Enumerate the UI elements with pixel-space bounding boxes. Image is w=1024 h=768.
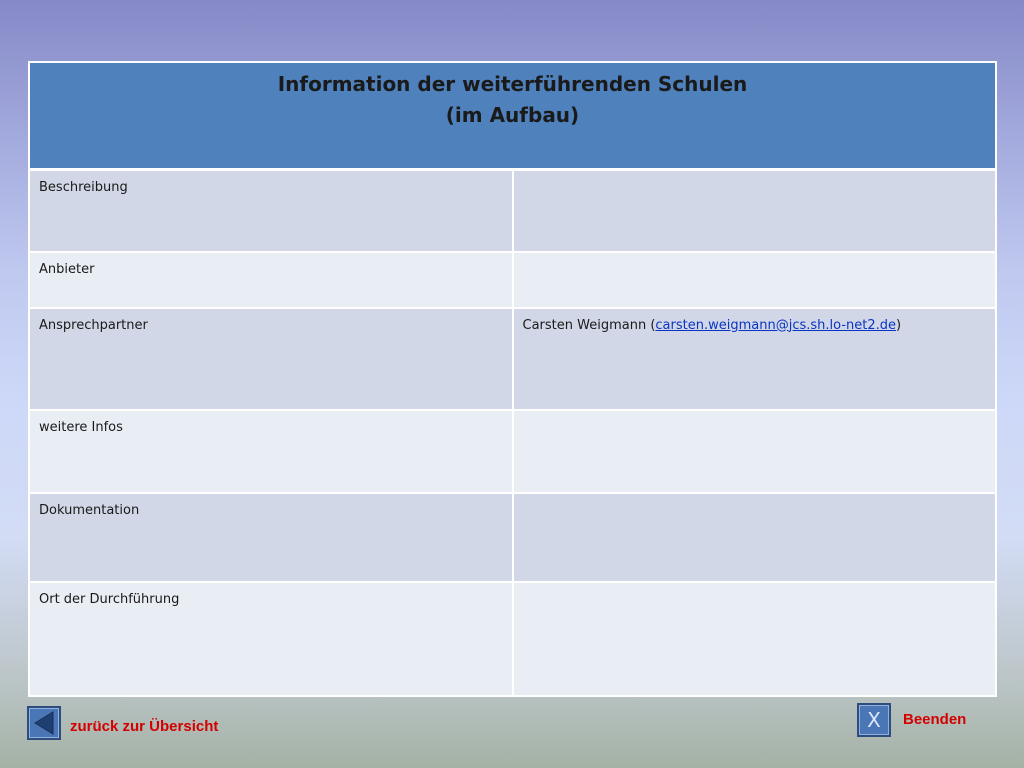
row-label-cell: Beschreibung bbox=[28, 168, 514, 253]
row-label-cell: Ort der Durchführung bbox=[28, 580, 514, 697]
row-label-dokumentation: Dokumentation bbox=[39, 502, 140, 518]
exit-nav[interactable]: X Beenden bbox=[857, 703, 966, 737]
row-value-cell: Carsten Weigmann (carsten.weigmann@jcs.s… bbox=[511, 306, 997, 411]
table-row: Ort der Durchführung bbox=[28, 580, 997, 697]
row-label-cell: Ansprechpartner bbox=[28, 306, 514, 411]
row-value-ansprechpartner: Carsten Weigmann (carsten.weigmann@jcs.s… bbox=[514, 309, 996, 333]
row-label-beschreibung: Beschreibung bbox=[39, 180, 128, 195]
page-subtitle: (im Aufbau) bbox=[445, 103, 580, 127]
row-label-cell: Dokumentation bbox=[28, 491, 514, 583]
row-value-cell bbox=[511, 491, 997, 583]
table-row: weitere Infos bbox=[28, 408, 997, 494]
table-row: Ansprechpartner Carsten Weigmann (carste… bbox=[28, 306, 997, 411]
row-label-ansprechpartner: Ansprechpartner bbox=[39, 317, 148, 333]
table-row: Anbieter bbox=[28, 250, 997, 309]
row-value-beschreibung bbox=[514, 171, 996, 180]
table-row: Dokumentation bbox=[28, 491, 997, 583]
row-value-anbieter bbox=[514, 253, 996, 262]
row-value-cell bbox=[511, 168, 997, 253]
row-value-cell bbox=[511, 580, 997, 697]
contact-name-suffix: ) bbox=[896, 317, 902, 333]
back-to-overview-nav[interactable]: zurück zur Übersicht bbox=[27, 706, 218, 740]
row-value-dokumentation bbox=[514, 494, 996, 503]
row-label-weitere-infos: weitere Infos bbox=[39, 419, 123, 435]
table-header: Information der weiterführenden Schulen … bbox=[28, 61, 997, 171]
info-table: Information der weiterführenden Schulen … bbox=[28, 61, 997, 697]
back-to-overview-link[interactable]: zurück zur Übersicht bbox=[70, 718, 218, 735]
row-label-ort: Ort der Durchführung bbox=[39, 591, 180, 607]
contact-email-link[interactable]: carsten.weigmann@jcs.sh.lo-net2.de bbox=[655, 318, 896, 333]
table-row: Beschreibung bbox=[28, 168, 997, 253]
row-value-weitere-infos bbox=[514, 411, 996, 420]
exit-button[interactable]: X bbox=[857, 703, 891, 737]
contact-name-prefix: Carsten Weigmann ( bbox=[522, 317, 656, 333]
table-header-row: Information der weiterführenden Schulen … bbox=[28, 61, 997, 171]
page-title: Information der weiterführenden Schulen bbox=[277, 72, 748, 96]
row-label-cell: weitere Infos bbox=[28, 408, 514, 494]
exit-link[interactable]: Beenden bbox=[903, 711, 966, 728]
row-label-anbieter: Anbieter bbox=[39, 261, 95, 277]
row-label-cell: Anbieter bbox=[28, 250, 514, 309]
arrow-left-icon bbox=[34, 711, 54, 735]
row-value-cell bbox=[511, 408, 997, 494]
row-value-ort bbox=[514, 583, 996, 592]
back-button[interactable] bbox=[27, 706, 61, 740]
close-icon: X bbox=[867, 708, 881, 732]
row-value-cell bbox=[511, 250, 997, 309]
